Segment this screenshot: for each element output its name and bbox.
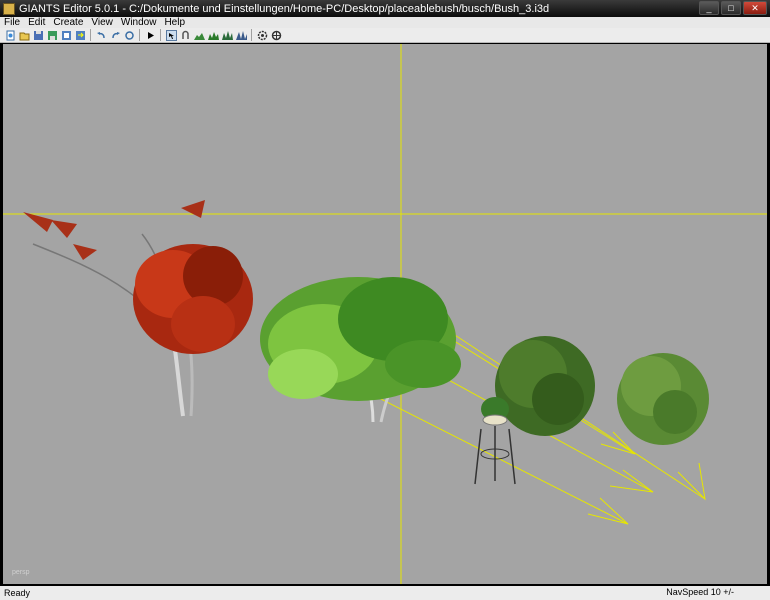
- export-button[interactable]: [74, 29, 86, 41]
- undo-icon: [96, 31, 105, 38]
- round-bush-left: [495, 336, 595, 436]
- settings-button[interactable]: [256, 29, 268, 41]
- window-title: GIANTS Editor 5.0.1 - C:/Dokumente und E…: [19, 2, 550, 15]
- import-button[interactable]: [60, 29, 72, 41]
- menu-help[interactable]: Help: [160, 17, 189, 28]
- grass-button[interactable]: [235, 29, 247, 41]
- export-icon: [75, 30, 85, 40]
- save-as-icon: [47, 30, 57, 40]
- play-icon: [147, 31, 154, 39]
- foliage-button[interactable]: [221, 29, 233, 41]
- status-text: Ready: [4, 588, 31, 598]
- navspeed-readout: NavSpeed 10 +/-: [666, 587, 734, 597]
- viewport-scene: [3, 44, 767, 584]
- snap-button[interactable]: [270, 29, 282, 41]
- menu-window[interactable]: Window: [117, 17, 161, 28]
- window-controls: _ □ ✕: [699, 1, 767, 15]
- settings-icon: [257, 30, 267, 40]
- menu-create[interactable]: Create: [49, 17, 87, 28]
- title-bar: GIANTS Editor 5.0.1 - C:/Dokumente und E…: [0, 0, 770, 17]
- toolbar-separator: [251, 29, 252, 41]
- toolbar-separator: [90, 29, 91, 41]
- terrain-icon: [193, 32, 205, 40]
- import-icon: [61, 30, 71, 40]
- new-button[interactable]: [4, 29, 16, 41]
- maximize-button[interactable]: □: [721, 1, 741, 15]
- toolbar-separator: [139, 29, 140, 41]
- save-icon: [33, 30, 43, 40]
- grass-icon: [235, 30, 247, 40]
- play-button[interactable]: [144, 29, 156, 41]
- minimize-button[interactable]: _: [699, 1, 719, 15]
- select-icon: [165, 29, 177, 41]
- 3d-viewport[interactable]: persp: [3, 44, 767, 584]
- toolbar-separator: [160, 29, 161, 41]
- paint-button[interactable]: [207, 29, 219, 41]
- paint-icon: [207, 31, 219, 40]
- menu-view[interactable]: View: [87, 17, 117, 28]
- translate-icon: [181, 30, 189, 39]
- redo-icon: [111, 31, 120, 38]
- red-bush: [23, 200, 253, 417]
- refresh-icon: [124, 30, 134, 40]
- round-bush-right: [617, 353, 709, 445]
- save-button[interactable]: [32, 29, 44, 41]
- snap-icon: [271, 30, 281, 40]
- terrain-button[interactable]: [193, 29, 205, 41]
- viewport-camera-label: persp: [12, 569, 30, 576]
- refresh-button[interactable]: [123, 29, 135, 41]
- open-icon: [19, 32, 29, 40]
- save-as-button[interactable]: [46, 29, 58, 41]
- status-bar: Ready NavSpeed 10 +/-: [0, 586, 770, 600]
- menu-file[interactable]: File: [0, 17, 24, 28]
- menu-bar: File Edit Create View Window Help: [0, 17, 770, 28]
- select-button[interactable]: [165, 29, 177, 41]
- foliage-icon: [221, 30, 233, 40]
- app-icon: [3, 2, 15, 15]
- open-button[interactable]: [18, 29, 30, 41]
- toolbar: [0, 28, 770, 43]
- translate-button[interactable]: [179, 29, 191, 41]
- redo-button[interactable]: [109, 29, 121, 41]
- menu-edit[interactable]: Edit: [24, 17, 49, 28]
- close-button[interactable]: ✕: [743, 1, 767, 15]
- undo-button[interactable]: [95, 29, 107, 41]
- green-bush: [260, 277, 461, 423]
- new-icon: [6, 30, 14, 40]
